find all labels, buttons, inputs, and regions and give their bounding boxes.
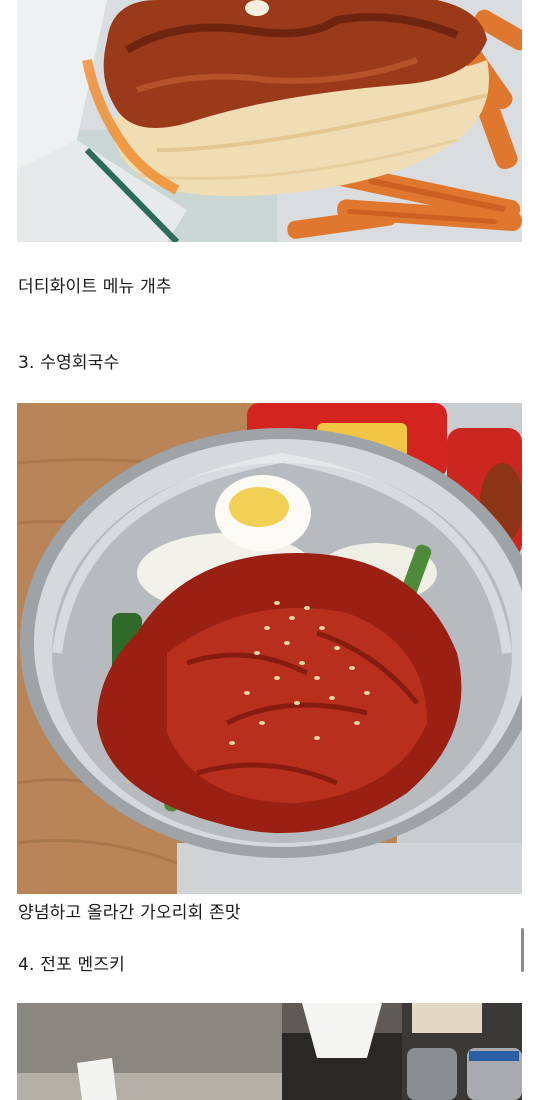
photo-caption: 양념하고 올라간 가오리회 존맛	[18, 903, 241, 923]
section-heading: 3. 수영회국수	[18, 353, 120, 373]
scrollbar[interactable]	[521, 928, 524, 972]
section-heading: 4. 전포 멘즈키	[18, 955, 126, 975]
spicy-noodles-photo[interactable]	[17, 403, 522, 894]
restaurant-counter-photo[interactable]	[17, 1003, 522, 1100]
photo-caption: 더티화이트 메뉴 개추	[18, 277, 172, 297]
chicken-sandwich-photo[interactable]	[17, 0, 522, 242]
